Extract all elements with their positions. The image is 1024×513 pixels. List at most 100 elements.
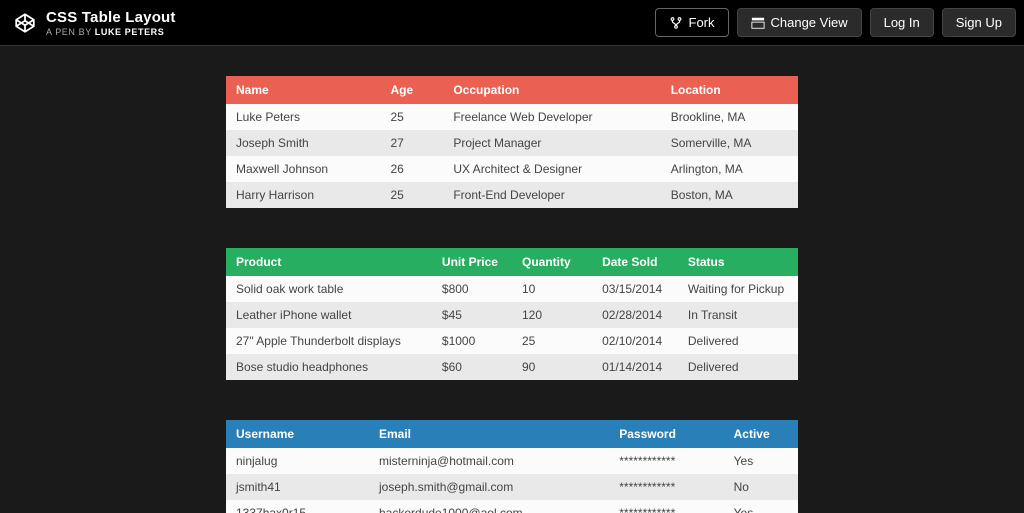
col-active: Active	[724, 420, 798, 448]
change-view-button[interactable]: Change View	[737, 8, 862, 37]
byline: A PEN BY Luke Peters	[46, 27, 176, 37]
table-cell: hackerdude1000@aol.com	[369, 500, 609, 513]
table-row: jsmith41joseph.smith@gmail.com**********…	[226, 474, 798, 500]
login-button[interactable]: Log In	[870, 8, 934, 37]
col-date: Date Sold	[592, 248, 678, 276]
table-cell: 02/28/2014	[592, 302, 678, 328]
table-cell: $1000	[432, 328, 512, 354]
table-cell: In Transit	[678, 302, 798, 328]
table-cell: Delivered	[678, 328, 798, 354]
table-row: Leather iPhone wallet$4512002/28/2014In …	[226, 302, 798, 328]
products-tbody: Solid oak work table$8001003/15/2014Wait…	[226, 276, 798, 380]
table-cell: No	[724, 474, 798, 500]
products-table: Product Unit Price Quantity Date Sold St…	[226, 248, 798, 380]
table-cell: $60	[432, 354, 512, 380]
table-cell: 25	[512, 328, 592, 354]
table-cell: ************	[609, 474, 723, 500]
table-cell: Waiting for Pickup	[678, 276, 798, 302]
table-cell: 27	[380, 130, 443, 156]
byline-prefix: A PEN BY	[46, 27, 95, 37]
col-status: Status	[678, 248, 798, 276]
table-cell: Maxwell Johnson	[226, 156, 380, 182]
signup-label: Sign Up	[956, 15, 1002, 30]
table-cell: Yes	[724, 500, 798, 513]
table-row: Harry Harrison25Front-End DeveloperBosto…	[226, 182, 798, 208]
table-cell: Leather iPhone wallet	[226, 302, 432, 328]
table-row: Joseph Smith27Project ManagerSomerville,…	[226, 130, 798, 156]
table-cell: 90	[512, 354, 592, 380]
table-cell: 25	[380, 182, 443, 208]
people-tbody: Luke Peters25Freelance Web DeveloperBroo…	[226, 104, 798, 208]
table-cell: UX Architect & Designer	[443, 156, 660, 182]
table-cell: Solid oak work table	[226, 276, 432, 302]
title-block: CSS Table Layout A PEN BY Luke Peters	[46, 9, 176, 37]
table-cell: ninjalug	[226, 448, 369, 474]
login-label: Log In	[884, 15, 920, 30]
col-email: Email	[369, 420, 609, 448]
content-scroll[interactable]: Name Age Occupation Location Luke Peters…	[0, 46, 1024, 513]
users-table: Username Email Password Active ninjalugm…	[226, 420, 798, 513]
table-row: Luke Peters25Freelance Web DeveloperBroo…	[226, 104, 798, 130]
table-cell: jsmith41	[226, 474, 369, 500]
content: Name Age Occupation Location Luke Peters…	[226, 46, 798, 513]
table-cell: 03/15/2014	[592, 276, 678, 302]
col-age: Age	[380, 76, 443, 104]
table-cell: Freelance Web Developer	[443, 104, 660, 130]
table-cell: ************	[609, 448, 723, 474]
users-tbody: ninjalugmisterninja@hotmail.com*********…	[226, 448, 798, 513]
table-cell: 01/14/2014	[592, 354, 678, 380]
table-cell: 1337hax0r15	[226, 500, 369, 513]
table-row: 27" Apple Thunderbolt displays$10002502/…	[226, 328, 798, 354]
table-cell: Project Manager	[443, 130, 660, 156]
people-table: Name Age Occupation Location Luke Peters…	[226, 76, 798, 208]
codepen-logo-icon	[14, 12, 36, 34]
table-cell: Bose studio headphones	[226, 354, 432, 380]
col-location: Location	[661, 76, 798, 104]
table-cell: $45	[432, 302, 512, 328]
table-cell: 27" Apple Thunderbolt displays	[226, 328, 432, 354]
table-row: Bose studio headphones$609001/14/2014Del…	[226, 354, 798, 380]
table-cell: Delivered	[678, 354, 798, 380]
table-cell: Brookline, MA	[661, 104, 798, 130]
table-header-row: Name Age Occupation Location	[226, 76, 798, 104]
table-row: 1337hax0r15hackerdude1000@aol.com*******…	[226, 500, 798, 513]
fork-label: Fork	[689, 15, 715, 30]
change-view-label: Change View	[771, 15, 848, 30]
table-header-row: Username Email Password Active	[226, 420, 798, 448]
table-row: Maxwell Johnson26UX Architect & Designer…	[226, 156, 798, 182]
fork-icon	[669, 16, 683, 30]
table-cell: 25	[380, 104, 443, 130]
table-cell: Luke Peters	[226, 104, 380, 130]
table-cell: Harry Harrison	[226, 182, 380, 208]
table-cell: Somerville, MA	[661, 130, 798, 156]
col-price: Unit Price	[432, 248, 512, 276]
table-cell: 02/10/2014	[592, 328, 678, 354]
col-username: Username	[226, 420, 369, 448]
signup-button[interactable]: Sign Up	[942, 8, 1016, 37]
table-cell: $800	[432, 276, 512, 302]
author-link[interactable]: Luke Peters	[95, 27, 165, 37]
table-cell: Joseph Smith	[226, 130, 380, 156]
col-name: Name	[226, 76, 380, 104]
table-cell: 10	[512, 276, 592, 302]
table-header-row: Product Unit Price Quantity Date Sold St…	[226, 248, 798, 276]
fork-button[interactable]: Fork	[655, 8, 729, 37]
table-row: ninjalugmisterninja@hotmail.com*********…	[226, 448, 798, 474]
table-row: Solid oak work table$8001003/15/2014Wait…	[226, 276, 798, 302]
col-password: Password	[609, 420, 723, 448]
layout-icon	[751, 16, 765, 30]
table-cell: joseph.smith@gmail.com	[369, 474, 609, 500]
table-cell: Front-End Developer	[443, 182, 660, 208]
table-cell: 120	[512, 302, 592, 328]
col-occupation: Occupation	[443, 76, 660, 104]
table-cell: ************	[609, 500, 723, 513]
col-qty: Quantity	[512, 248, 592, 276]
page-title: CSS Table Layout	[46, 9, 176, 26]
table-cell: 26	[380, 156, 443, 182]
topbar: CSS Table Layout A PEN BY Luke Peters Fo…	[0, 0, 1024, 46]
table-cell: Boston, MA	[661, 182, 798, 208]
table-cell: misterninja@hotmail.com	[369, 448, 609, 474]
col-product: Product	[226, 248, 432, 276]
table-cell: Arlington, MA	[661, 156, 798, 182]
table-cell: Yes	[724, 448, 798, 474]
